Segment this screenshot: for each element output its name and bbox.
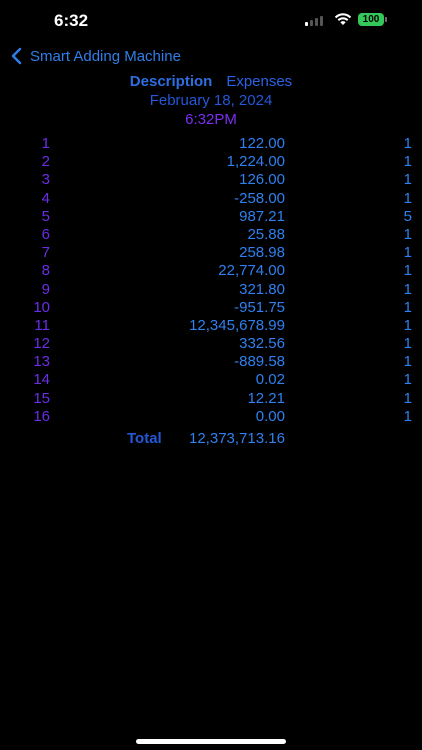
status-time: 6:32 [54, 11, 89, 30]
tape-time: 6:32PM [185, 111, 237, 128]
entry-quantity: 1 [403, 153, 412, 171]
entry-index: 8 [41, 262, 50, 280]
entry-row[interactable]: 7 258.98 1 [0, 244, 422, 262]
back-button[interactable]: Smart Adding Machine [10, 45, 181, 67]
entry-index: 1 [41, 135, 50, 152]
entry-row[interactable]: 6 25.88 1 [0, 226, 422, 244]
entry-amount: -951.75 [234, 298, 285, 316]
entry-amount: 25.88 [247, 225, 285, 243]
entry-index: 9 [41, 280, 50, 298]
total-label: Total [127, 430, 162, 447]
description-label: Description [129, 73, 213, 90]
battery-level: 100 [358, 13, 384, 26]
entry-quantity: 1 [403, 262, 412, 280]
entry-amount: 0.00 [255, 407, 285, 425]
screen: 6:32 100 Smart Adding Machine Descriptio… [0, 0, 422, 750]
entry-index: 6 [41, 225, 50, 243]
entry-row[interactable]: 13 -889.58 1 [0, 353, 422, 371]
description-header: Description Expenses [0, 73, 422, 90]
entry-amount: 12.21 [247, 389, 285, 407]
chevron-left-icon [11, 47, 22, 65]
home-indicator[interactable] [136, 739, 286, 744]
entry-row[interactable]: 2 1,224.00 1 [0, 153, 422, 171]
entry-index: 10 [33, 298, 50, 316]
entry-index: 16 [33, 407, 50, 425]
entry-row[interactable]: 16 0.00 1 [0, 408, 422, 426]
entry-quantity: 1 [403, 225, 412, 243]
entry-index: 7 [41, 244, 50, 262]
entry-row[interactable]: 15 12.21 1 [0, 390, 422, 408]
entry-quantity: 5 [403, 207, 412, 225]
entry-amount: 22,774.00 [218, 262, 285, 280]
entry-amount: 0.02 [255, 371, 285, 389]
entry-amount: 126.00 [239, 171, 285, 189]
entry-index: 14 [33, 371, 50, 389]
entry-row[interactable]: 10 -951.75 1 [0, 299, 422, 317]
entry-index: 13 [33, 353, 50, 371]
entry-amount: 258.98 [239, 244, 285, 262]
entries-list: 1 122.00 1 2 1,224.00 1 3 126.00 1 4 -258.00 1 5 987.… [0, 135, 422, 426]
wifi-icon [334, 13, 352, 25]
entry-amount: 1,224.00 [226, 153, 285, 171]
total-value: 12,373,713.16 [189, 430, 285, 447]
entry-amount: -258.00 [234, 189, 285, 207]
entry-quantity: 1 [403, 389, 412, 407]
entry-index: 4 [41, 189, 50, 207]
back-button-label: Smart Adding Machine [30, 47, 181, 65]
entry-row[interactable]: 8 22,774.00 1 [0, 262, 422, 280]
entry-row[interactable]: 9 321.80 1 [0, 281, 422, 299]
entry-row[interactable]: 5 987.21 5 [0, 208, 422, 226]
entry-amount: 12,345,678.99 [189, 316, 285, 334]
entry-index: 15 [33, 389, 50, 407]
entry-index: 2 [41, 153, 50, 171]
battery-icon: 100 [358, 13, 387, 26]
entry-quantity: 1 [403, 189, 412, 207]
entry-quantity: 1 [403, 407, 412, 425]
entry-amount: 122.00 [239, 135, 285, 152]
entry-amount: 321.80 [239, 280, 285, 298]
entry-row[interactable]: 11 12,345,678.99 1 [0, 317, 422, 335]
entry-quantity: 1 [403, 353, 412, 371]
status-bar: 6:32 100 [0, 0, 422, 44]
description-value[interactable]: Expenses [226, 73, 292, 90]
entry-index: 12 [33, 335, 50, 353]
entry-index: 11 [34, 316, 50, 334]
entry-row[interactable]: 3 126.00 1 [0, 171, 422, 189]
entry-amount: -889.58 [234, 353, 285, 371]
entry-row[interactable]: 4 -258.00 1 [0, 190, 422, 208]
entry-row[interactable]: 12 332.56 1 [0, 335, 422, 353]
entry-index: 5 [41, 207, 50, 225]
entry-row[interactable]: 1 122.00 1 [0, 135, 422, 153]
entry-row[interactable]: 14 0.02 1 [0, 371, 422, 389]
entry-quantity: 1 [403, 280, 412, 298]
entry-quantity: 1 [403, 335, 412, 353]
entry-quantity: 1 [403, 135, 412, 152]
entry-quantity: 1 [403, 371, 412, 389]
entry-amount: 987.21 [239, 207, 285, 225]
entry-quantity: 1 [403, 171, 412, 189]
entry-quantity: 1 [403, 316, 412, 334]
entry-amount: 332.56 [239, 335, 285, 353]
entry-quantity: 1 [403, 298, 412, 316]
entry-index: 3 [41, 171, 50, 189]
tape-date: February 18, 2024 [149, 92, 273, 109]
entry-quantity: 1 [403, 244, 412, 262]
cellular-signal-icon [305, 15, 323, 26]
